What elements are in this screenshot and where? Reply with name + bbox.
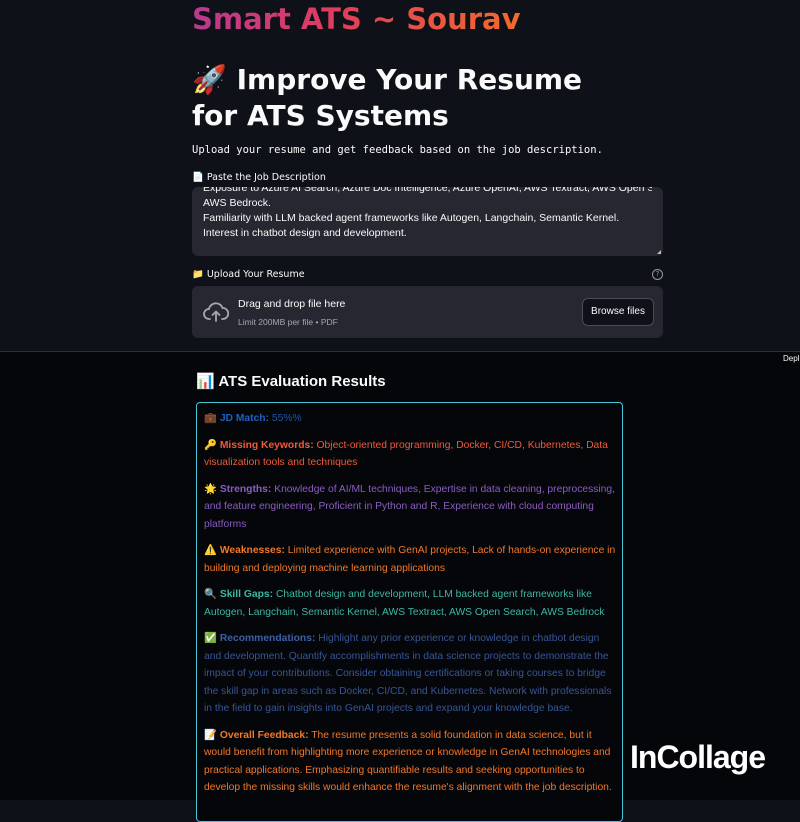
jd-line: Exposure to Azure AI Search, Azure Doc I…	[203, 187, 652, 194]
section-key: Recommendations:	[219, 633, 316, 644]
result-section-jd-match: 💼 JD Match: 55%%	[204, 410, 618, 428]
folder-icon: 📁	[192, 269, 204, 280]
document-icon: 📄	[192, 172, 204, 183]
key-icon: 🔑	[204, 439, 217, 451]
job-description-textarea[interactable]: Exposure to Azure AI Search, Azure Doc I…	[192, 187, 663, 256]
warning-icon: ⚠️	[204, 545, 217, 556]
section-key: Weaknesses:	[219, 545, 285, 556]
section-key: Strengths:	[219, 483, 272, 495]
result-section-skill-gaps: 🔍 Skill Gaps: Chatbot design and developm…	[204, 586, 618, 621]
results-content: 💼 JD Match: 55%% 🔑 Missing Keywords: Object…	[204, 410, 618, 806]
section-key: Skill Gaps:	[219, 589, 274, 600]
jd-line: Familiarity with LLM backed agent framew…	[203, 212, 620, 224]
results-box: 💼 JD Match: 55%% 🔑 Missing Keywords: Object…	[196, 402, 623, 822]
file-uploader-dropzone[interactable]: Drag and drop file here Limit 200MB per …	[192, 286, 663, 338]
drag-drop-text: Drag and drop file here	[238, 298, 346, 310]
cloud-upload-icon	[203, 302, 229, 322]
section-key: Overall Feedback:	[219, 729, 309, 741]
rocket-icon: 🚀	[192, 63, 227, 96]
section-key: Missing Keywords:	[219, 439, 314, 451]
resize-handle[interactable]	[657, 250, 661, 254]
star-icon: 🌟	[204, 483, 217, 495]
magnifier-icon: 🔍	[204, 589, 217, 600]
file-limit-text: Limit 200MB per file • PDF	[238, 317, 338, 327]
memo-icon: 📝	[204, 729, 217, 741]
result-section-recommendations: ✅ Recommendations: Highlight any prior ex…	[204, 630, 618, 718]
page-subtitle: Upload your resume and get feedback base…	[192, 144, 603, 156]
section-key: JD Match:	[219, 413, 270, 424]
jd-line: AWS Bedrock.	[203, 197, 271, 209]
result-section-overall-feedback: 📝 Overall Feedback: The resume presents a…	[204, 727, 618, 797]
heading-text: Improve Your Resume for ATS Systems	[192, 63, 583, 132]
result-section-missing-keywords: 🔑 Missing Keywords: Object-oriented progr…	[204, 437, 618, 472]
app-title: Smart ATS ~ Sourav	[192, 2, 521, 36]
job-description-label: 📄 Paste the Job Description	[192, 172, 326, 183]
incollage-watermark: InCollage	[630, 739, 766, 775]
input-panel: Smart ATS ~ Sourav 🚀 Improve Your Resume…	[0, 0, 800, 351]
result-section-strengths: 🌟 Strengths: Knowledge of AI/ML technique…	[204, 481, 618, 534]
results-title: 📊 ATS Evaluation Results	[196, 373, 386, 390]
jd-line: Interest in chatbot design and developme…	[203, 227, 407, 239]
section-value: Highlight any prior experience or knowle…	[204, 633, 612, 714]
help-icon[interactable]: ?	[652, 269, 663, 280]
briefcase-icon: 💼	[204, 413, 217, 424]
check-icon: ✅	[204, 633, 217, 644]
page-heading: 🚀 Improve Your Resume for ATS Systems	[192, 62, 632, 134]
section-value: 55%%	[271, 413, 302, 424]
browse-files-button[interactable]: Browse files	[582, 298, 654, 326]
bar-chart-icon: 📊	[196, 373, 215, 390]
result-section-weaknesses: ⚠️ Weaknesses: Limited experience with Ge…	[204, 542, 618, 577]
upload-resume-label: 📁 Upload Your Resume	[192, 269, 305, 280]
deploy-button[interactable]: Depl	[783, 354, 799, 363]
